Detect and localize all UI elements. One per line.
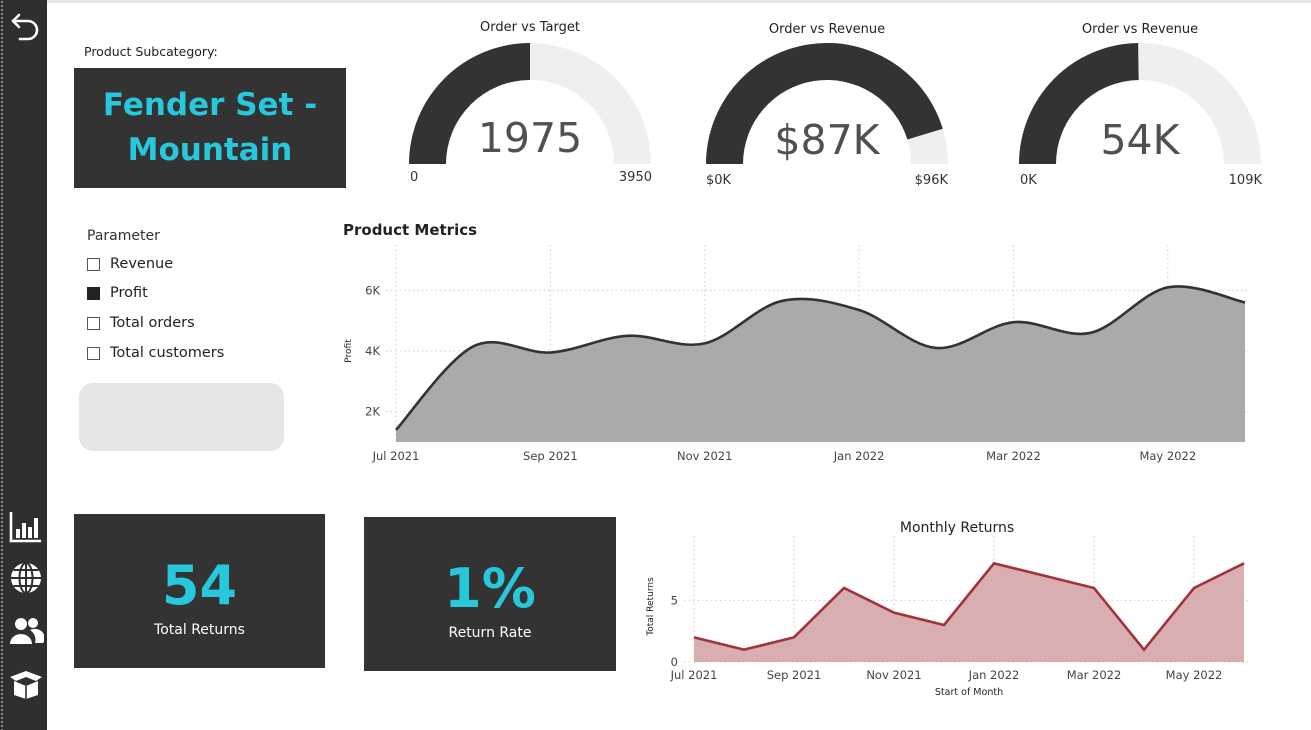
gauge-order-vs-revenue[interactable]: Order vs Revenue $87K $0K $96K: [697, 14, 957, 194]
parameter-option-label: Total orders: [110, 315, 195, 331]
gauge-max: 3950: [618, 170, 652, 185]
x-tick-label: Jul 2021: [670, 668, 718, 682]
gauge-arc: [1019, 43, 1261, 165]
y-axis-label: Profit: [344, 339, 354, 363]
parameter-option-total-orders[interactable]: Total orders: [87, 313, 195, 333]
blank-button[interactable]: [79, 383, 284, 451]
globe-icon[interactable]: [8, 560, 44, 596]
x-tick-label: Mar 2022: [986, 449, 1041, 463]
top-border: [0, 0, 1311, 3]
total-returns-value: 54: [161, 554, 238, 617]
area-fill: [396, 286, 1245, 442]
navigation-sidebar: [0, 0, 47, 730]
product-metrics-chart[interactable]: Jul 2021 Sep 2021 Nov 2021 Jan 2022 Mar 2022…: [335, 240, 1265, 470]
parameter-option-label: Profit: [110, 285, 148, 301]
x-tick-label: Jan 2022: [833, 449, 885, 463]
gauge-value: 1975: [477, 114, 583, 162]
gauge-order-vs-target[interactable]: Order vs Target 1975 0 3950: [400, 14, 660, 194]
checkbox[interactable]: [87, 257, 100, 271]
monthly-returns-chart[interactable]: Monthly Returns Jul 2021 Sep 2021 Nov 2021 J…: [630, 512, 1300, 707]
total-returns-label: Total Returns: [154, 622, 245, 638]
checkbox-checked[interactable]: [87, 286, 100, 300]
y-tick-label: 6K: [365, 283, 380, 297]
return-rate-value: 1%: [444, 557, 536, 620]
x-tick-label: Nov 2021: [866, 668, 921, 682]
gauge-max: 109K: [1228, 173, 1262, 188]
x-tick-label: May 2022: [1166, 668, 1223, 682]
y-tick-label: 2K: [365, 405, 380, 419]
y-tick-label: 0: [671, 655, 678, 669]
x-tick-label: Nov 2021: [677, 449, 732, 463]
bar-chart-icon[interactable]: [8, 509, 44, 545]
x-tick-label: Jan 2022: [968, 668, 1020, 682]
x-tick-label: Sep 2021: [523, 449, 578, 463]
x-tick-label: May 2022: [1139, 449, 1196, 463]
parameter-title: Parameter: [87, 228, 160, 244]
gauge-order-vs-revenue-2[interactable]: Order vs Revenue 54K 0K 109K: [1010, 14, 1270, 194]
subcategory-label: Product Subcategory:: [84, 44, 218, 59]
parameter-option-label: Total customers: [110, 345, 225, 361]
y-tick-label: 4K: [365, 344, 380, 358]
product-box-icon[interactable]: [8, 665, 44, 701]
subcategory-value: Fender Set - Mountain: [102, 87, 318, 168]
x-tick-label: Jul 2021: [372, 449, 420, 463]
parameter-option-label: Revenue: [110, 256, 174, 272]
back-arrow-icon[interactable]: [8, 8, 44, 44]
x-tick-label: Mar 2022: [1067, 668, 1122, 682]
gauge-value: $87K: [774, 116, 880, 164]
x-axis-label: Start of Month: [935, 687, 1003, 698]
area-fill: [694, 563, 1244, 662]
gauge-arc: [409, 43, 651, 164]
subcategory-card: Fender Set - Mountain: [74, 68, 346, 188]
sidebar-dotted-edge: [0, 0, 5, 730]
total-returns-card: 54 Total Returns: [74, 514, 325, 668]
y-axis-label: Total Returns: [646, 577, 656, 637]
checkbox[interactable]: [87, 346, 100, 360]
checkbox[interactable]: [87, 316, 100, 330]
monthly-returns-title: Monthly Returns: [900, 520, 1014, 536]
gauge-min: 0K: [1020, 173, 1037, 188]
parameter-option-total-customers[interactable]: Total customers: [87, 343, 224, 363]
gauge-arc: [706, 43, 948, 164]
gauge-value: 54K: [1100, 116, 1180, 164]
gauge-min: 0: [410, 170, 419, 185]
y-tick-label: 5: [671, 593, 678, 607]
gauge-min: $0K: [706, 173, 732, 188]
x-tick-label: Sep 2021: [767, 668, 822, 682]
return-rate-label: Return Rate: [448, 625, 532, 641]
users-icon[interactable]: [8, 612, 45, 648]
parameter-option-profit[interactable]: Profit: [87, 283, 148, 303]
parameter-option-revenue[interactable]: Revenue: [87, 254, 173, 274]
gauge-max: $96K: [914, 173, 948, 188]
return-rate-card: 1% Return Rate: [364, 517, 616, 671]
product-metrics-title: Product Metrics: [343, 221, 478, 239]
